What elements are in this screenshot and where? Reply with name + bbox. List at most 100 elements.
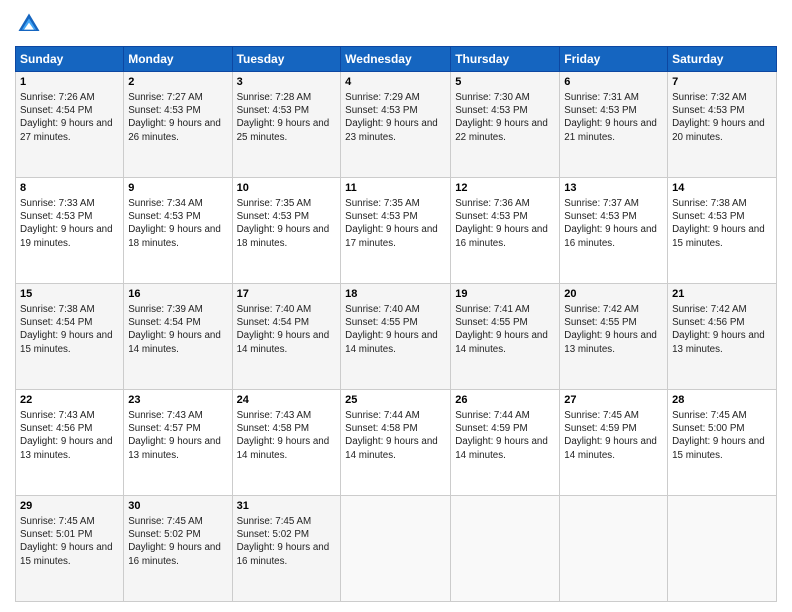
day-number: 23 [128, 393, 227, 408]
day-number: 5 [455, 75, 555, 90]
daylight-label: Daylight: 9 hours and 15 minutes. [672, 436, 765, 460]
sunrise-label: Sunrise: 7:26 AM [20, 92, 95, 103]
sunset-label: Sunset: 4:53 PM [672, 211, 744, 222]
sunrise-label: Sunrise: 7:45 AM [20, 516, 95, 527]
daylight-label: Daylight: 9 hours and 14 minutes. [237, 330, 330, 354]
daylight-label: Daylight: 9 hours and 21 minutes. [564, 118, 657, 142]
daylight-label: Daylight: 9 hours and 17 minutes. [345, 224, 438, 248]
logo [15, 10, 47, 38]
daylight-label: Daylight: 9 hours and 25 minutes. [237, 118, 330, 142]
daylight-label: Daylight: 9 hours and 13 minutes. [672, 330, 765, 354]
day-info: Sunrise: 7:34 AM Sunset: 4:53 PM Dayligh… [128, 197, 227, 250]
day-cell [560, 496, 668, 602]
daylight-label: Daylight: 9 hours and 27 minutes. [20, 118, 113, 142]
day-number: 6 [564, 75, 663, 90]
day-cell: 13 Sunrise: 7:37 AM Sunset: 4:53 PM Dayl… [560, 178, 668, 284]
sunset-label: Sunset: 4:53 PM [564, 105, 636, 116]
sunrise-label: Sunrise: 7:36 AM [455, 198, 530, 209]
day-cell: 11 Sunrise: 7:35 AM Sunset: 4:53 PM Dayl… [341, 178, 451, 284]
calendar-header-row: SundayMondayTuesdayWednesdayThursdayFrid… [16, 47, 777, 72]
daylight-label: Daylight: 9 hours and 20 minutes. [672, 118, 765, 142]
day-cell: 2 Sunrise: 7:27 AM Sunset: 4:53 PM Dayli… [124, 72, 232, 178]
sunrise-label: Sunrise: 7:31 AM [564, 92, 639, 103]
day-info: Sunrise: 7:37 AM Sunset: 4:53 PM Dayligh… [564, 197, 663, 250]
day-cell: 26 Sunrise: 7:44 AM Sunset: 4:59 PM Dayl… [451, 390, 560, 496]
day-info: Sunrise: 7:36 AM Sunset: 4:53 PM Dayligh… [455, 197, 555, 250]
week-row-4: 22 Sunrise: 7:43 AM Sunset: 4:56 PM Dayl… [16, 390, 777, 496]
day-number: 26 [455, 393, 555, 408]
sunset-label: Sunset: 4:53 PM [237, 105, 309, 116]
day-number: 7 [672, 75, 772, 90]
daylight-label: Daylight: 9 hours and 14 minutes. [455, 330, 548, 354]
day-cell: 14 Sunrise: 7:38 AM Sunset: 4:53 PM Dayl… [668, 178, 777, 284]
day-number: 19 [455, 287, 555, 302]
sunset-label: Sunset: 4:53 PM [20, 211, 92, 222]
day-cell: 22 Sunrise: 7:43 AM Sunset: 4:56 PM Dayl… [16, 390, 124, 496]
day-number: 18 [345, 287, 446, 302]
sunrise-label: Sunrise: 7:40 AM [237, 304, 312, 315]
sunset-label: Sunset: 5:00 PM [672, 423, 744, 434]
day-cell: 27 Sunrise: 7:45 AM Sunset: 4:59 PM Dayl… [560, 390, 668, 496]
day-info: Sunrise: 7:43 AM Sunset: 4:58 PM Dayligh… [237, 409, 337, 462]
day-cell: 23 Sunrise: 7:43 AM Sunset: 4:57 PM Dayl… [124, 390, 232, 496]
day-info: Sunrise: 7:33 AM Sunset: 4:53 PM Dayligh… [20, 197, 119, 250]
sunrise-label: Sunrise: 7:43 AM [237, 410, 312, 421]
day-info: Sunrise: 7:44 AM Sunset: 4:59 PM Dayligh… [455, 409, 555, 462]
sunset-label: Sunset: 4:53 PM [345, 211, 417, 222]
sunset-label: Sunset: 4:57 PM [128, 423, 200, 434]
day-info: Sunrise: 7:45 AM Sunset: 5:02 PM Dayligh… [237, 515, 337, 568]
header-thursday: Thursday [451, 47, 560, 72]
day-number: 14 [672, 181, 772, 196]
day-info: Sunrise: 7:26 AM Sunset: 4:54 PM Dayligh… [20, 91, 119, 144]
sunrise-label: Sunrise: 7:45 AM [564, 410, 639, 421]
daylight-label: Daylight: 9 hours and 15 minutes. [672, 224, 765, 248]
daylight-label: Daylight: 9 hours and 14 minutes. [237, 436, 330, 460]
day-number: 4 [345, 75, 446, 90]
daylight-label: Daylight: 9 hours and 15 minutes. [20, 542, 113, 566]
sunset-label: Sunset: 4:53 PM [237, 211, 309, 222]
day-number: 12 [455, 181, 555, 196]
header [15, 10, 777, 38]
daylight-label: Daylight: 9 hours and 14 minutes. [345, 330, 438, 354]
header-friday: Friday [560, 47, 668, 72]
sunset-label: Sunset: 4:54 PM [128, 317, 200, 328]
day-info: Sunrise: 7:29 AM Sunset: 4:53 PM Dayligh… [345, 91, 446, 144]
day-info: Sunrise: 7:40 AM Sunset: 4:55 PM Dayligh… [345, 303, 446, 356]
day-info: Sunrise: 7:44 AM Sunset: 4:58 PM Dayligh… [345, 409, 446, 462]
day-info: Sunrise: 7:41 AM Sunset: 4:55 PM Dayligh… [455, 303, 555, 356]
sunrise-label: Sunrise: 7:43 AM [128, 410, 203, 421]
sunrise-label: Sunrise: 7:35 AM [345, 198, 420, 209]
daylight-label: Daylight: 9 hours and 14 minutes. [128, 330, 221, 354]
day-number: 13 [564, 181, 663, 196]
day-cell: 12 Sunrise: 7:36 AM Sunset: 4:53 PM Dayl… [451, 178, 560, 284]
sunrise-label: Sunrise: 7:38 AM [672, 198, 747, 209]
week-row-5: 29 Sunrise: 7:45 AM Sunset: 5:01 PM Dayl… [16, 496, 777, 602]
sunrise-label: Sunrise: 7:45 AM [237, 516, 312, 527]
day-cell: 4 Sunrise: 7:29 AM Sunset: 4:53 PM Dayli… [341, 72, 451, 178]
header-saturday: Saturday [668, 47, 777, 72]
calendar: SundayMondayTuesdayWednesdayThursdayFrid… [15, 46, 777, 602]
day-info: Sunrise: 7:31 AM Sunset: 4:53 PM Dayligh… [564, 91, 663, 144]
day-cell: 10 Sunrise: 7:35 AM Sunset: 4:53 PM Dayl… [232, 178, 341, 284]
daylight-label: Daylight: 9 hours and 23 minutes. [345, 118, 438, 142]
day-info: Sunrise: 7:39 AM Sunset: 4:54 PM Dayligh… [128, 303, 227, 356]
sunrise-label: Sunrise: 7:43 AM [20, 410, 95, 421]
sunrise-label: Sunrise: 7:41 AM [455, 304, 530, 315]
day-info: Sunrise: 7:38 AM Sunset: 4:54 PM Dayligh… [20, 303, 119, 356]
day-info: Sunrise: 7:45 AM Sunset: 5:01 PM Dayligh… [20, 515, 119, 568]
page: SundayMondayTuesdayWednesdayThursdayFrid… [0, 0, 792, 612]
day-number: 20 [564, 287, 663, 302]
day-cell: 5 Sunrise: 7:30 AM Sunset: 4:53 PM Dayli… [451, 72, 560, 178]
day-cell: 28 Sunrise: 7:45 AM Sunset: 5:00 PM Dayl… [668, 390, 777, 496]
day-number: 9 [128, 181, 227, 196]
sunset-label: Sunset: 4:53 PM [455, 211, 527, 222]
daylight-label: Daylight: 9 hours and 14 minutes. [455, 436, 548, 460]
sunrise-label: Sunrise: 7:44 AM [455, 410, 530, 421]
day-number: 15 [20, 287, 119, 302]
day-cell: 24 Sunrise: 7:43 AM Sunset: 4:58 PM Dayl… [232, 390, 341, 496]
day-info: Sunrise: 7:32 AM Sunset: 4:53 PM Dayligh… [672, 91, 772, 144]
day-number: 22 [20, 393, 119, 408]
day-number: 27 [564, 393, 663, 408]
sunset-label: Sunset: 4:55 PM [455, 317, 527, 328]
day-cell [341, 496, 451, 602]
